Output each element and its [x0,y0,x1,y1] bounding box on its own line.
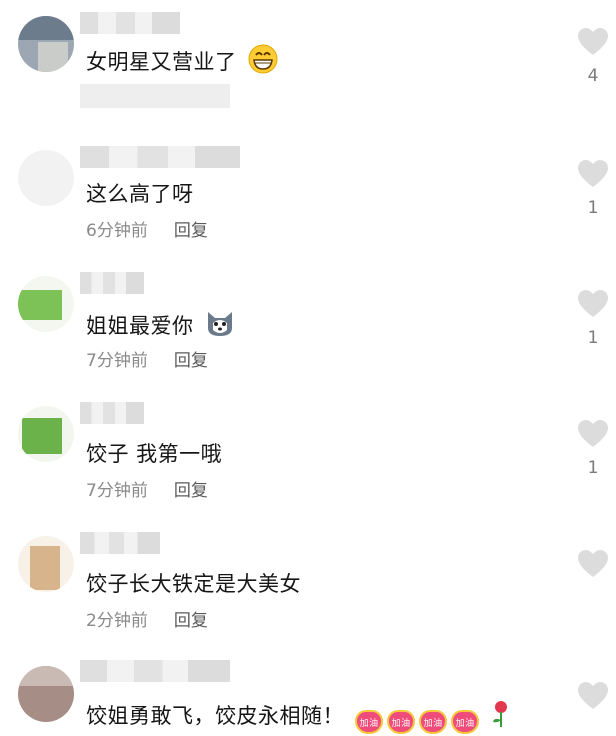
username-blurred[interactable] [80,402,144,424]
heart-icon[interactable] [578,420,608,448]
avatar[interactable] [18,16,74,72]
like-control[interactable] [576,550,610,582]
reply-button[interactable]: 回复 [174,481,208,501]
avatar[interactable] [18,276,74,332]
like-control[interactable]: 1 [576,290,610,348]
username-blurred[interactable] [80,146,240,168]
username-blurred[interactable] [80,660,230,682]
like-control[interactable] [576,682,610,714]
cheer-sticker: 加油 [419,710,448,734]
blurred-meta [80,84,230,108]
heart-icon[interactable] [578,550,608,578]
reply-button[interactable]: 回复 [174,221,208,241]
comment-text: 姐姐最爱你 [86,308,235,343]
comment-text: 女明星又营业了 [86,44,278,79]
cheer-sticker: 加油 [355,710,384,734]
comment-text-content: 饺姐勇敢飞，饺皮永相随！ [86,704,344,728]
cheer-sticker: 加油 [451,710,480,734]
comment-text: 饺子长大铁定是大美女 [86,572,301,596]
heart-icon[interactable] [578,290,608,318]
like-count: 1 [587,198,599,218]
comment-text: 这么高了呀 [86,182,194,206]
avatar[interactable] [18,150,74,206]
avatar[interactable] [18,536,74,592]
comment-time: 7分钟前 [86,351,148,371]
comment-time: 7分钟前 [86,481,148,501]
heart-icon[interactable] [578,160,608,188]
husky-face-icon [205,308,235,343]
like-count: 4 [587,66,599,86]
comment-time: 6分钟前 [86,221,148,241]
grinning-face-icon [248,44,278,79]
username-blurred[interactable] [80,12,180,34]
comment-text: 饺姐勇敢飞，饺皮永相随！ 加油 加油 加油 加油 [86,700,512,734]
comment-meta: 2分钟前 回复 [86,606,208,631]
like-control[interactable]: 4 [576,28,610,86]
reply-button[interactable]: 回复 [174,611,208,631]
username-blurred[interactable] [80,272,144,294]
cheer-sticker: 加油 [387,710,416,734]
username-blurred[interactable] [80,532,160,554]
like-control[interactable]: 1 [576,160,610,218]
comment-text-content: 女明星又营业了 [86,50,237,74]
rose-icon [490,700,512,733]
avatar[interactable] [18,666,74,722]
heart-icon[interactable] [578,28,608,56]
comment-meta: 7分钟前 回复 [86,346,208,371]
like-control[interactable]: 1 [576,420,610,478]
heart-icon[interactable] [578,682,608,710]
avatar[interactable] [18,406,74,462]
like-count: 1 [587,328,599,348]
comment-time: 2分钟前 [86,611,148,631]
comment-meta: 7分钟前 回复 [86,476,208,501]
comment-meta: 6分钟前 回复 [86,216,208,241]
like-count: 1 [587,458,599,478]
comment-text: 饺子 我第一哦 [86,442,223,466]
comment-text-content: 姐姐最爱你 [86,314,194,338]
reply-button[interactable]: 回复 [174,351,208,371]
